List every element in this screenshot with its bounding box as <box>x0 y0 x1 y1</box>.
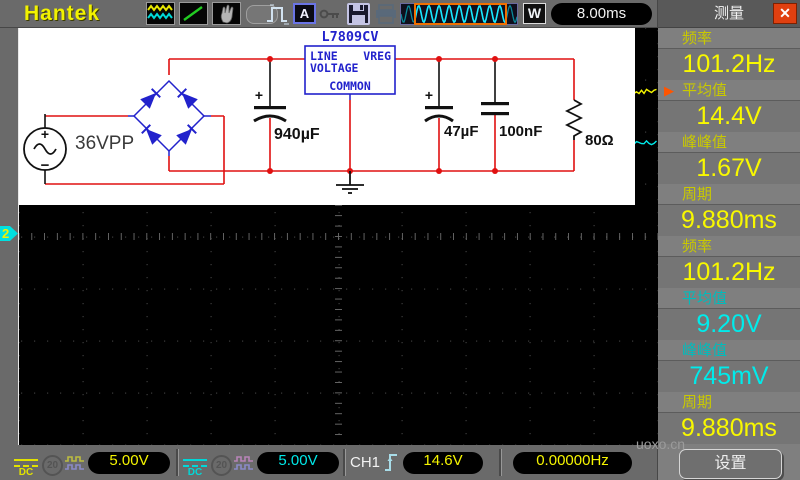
selected-measure-icon: ▶ <box>664 83 674 99</box>
ch2-scale-display[interactable]: 5.00V <box>257 452 339 474</box>
source-plus-sign: + <box>41 126 49 142</box>
close-icon[interactable]: ✕ <box>773 3 797 24</box>
measure-value: 1.67V <box>658 152 800 184</box>
measure-row-frequency-ch2[interactable]: 频率 101.2Hz <box>658 236 800 288</box>
measurement-panel: 测量 ✕ 频率 101.2Hz ▶ 平均值 14.4V 峰峰值 1.67V 周期… <box>657 0 800 480</box>
oscilloscope-screen: { "topbar": { "brand": "Hantek", "auto_l… <box>0 0 800 480</box>
measure-label: 平均值 <box>658 288 800 308</box>
trigger-pulse-icon[interactable] <box>266 3 292 25</box>
ch2-probe-icon[interactable] <box>233 456 255 472</box>
auto-trigger-icon[interactable]: A <box>293 3 316 24</box>
pin-voltage-label: VOLTAGE <box>310 61 359 75</box>
hand-icon <box>213 3 240 24</box>
print-icon[interactable] <box>374 4 398 24</box>
cap-hf-label: 100nF <box>499 123 542 140</box>
rising-edge-icon[interactable] <box>383 451 399 474</box>
trigger-source-label: CH1 <box>350 454 380 471</box>
cap-out-plus: + <box>425 87 433 103</box>
waveform-display: 非稳压输入 稳压输出 0.000s <box>18 28 658 445</box>
cap-out-label: 47µF <box>444 123 479 140</box>
key-lock-icon[interactable] <box>319 6 341 21</box>
brand-logo: Hantek <box>24 2 100 26</box>
marker-channel-number: 2 <box>2 226 9 241</box>
horizontal-wheel-icon[interactable]: W <box>523 3 546 24</box>
measure-label: 周期 <box>658 184 800 204</box>
ch2-coupling-icon[interactable]: DC <box>183 456 207 478</box>
trigger-level-display[interactable]: 14.6V <box>403 452 483 474</box>
watermark-text: uoxo.cn <box>636 436 685 452</box>
measure-label: 峰峰值 <box>658 340 800 360</box>
measure-label: 峰峰值 <box>658 132 800 152</box>
channels-display-icon[interactable] <box>146 2 175 25</box>
save-floppy-icon[interactable] <box>346 2 372 26</box>
measurement-panel-header: 测量 ✕ <box>658 0 800 28</box>
ch2-position-marker[interactable]: 2 <box>0 226 18 241</box>
waveform-preview[interactable] <box>400 3 518 25</box>
pin-common-label: COMMON <box>329 79 371 93</box>
circuit-schematic: L7809CV LINE VOLTAGE VREG COMMON + − 36V… <box>19 28 635 205</box>
measure-value: 745mV <box>658 360 800 392</box>
hand-drag-icon[interactable] <box>212 2 241 25</box>
cursor-measure-icon[interactable] <box>179 2 208 25</box>
pin-vreg-label: VREG <box>363 49 391 63</box>
ch1-scale-display[interactable]: 5.00V <box>88 452 170 474</box>
ch1-coupling-icon[interactable]: DC <box>14 456 38 478</box>
source-value-label: 36VPP <box>75 133 134 154</box>
measure-row-mean-ch1[interactable]: ▶ 平均值 14.4V <box>658 80 800 132</box>
measure-row-pkpk-ch1[interactable]: 峰峰值 1.67V <box>658 132 800 184</box>
diagonal-line-icon <box>180 3 207 24</box>
measure-row-mean-ch2[interactable]: 平均值 9.20V <box>658 288 800 340</box>
preview-selection-window[interactable] <box>414 3 507 25</box>
source-minus-sign: − <box>41 157 50 174</box>
measure-row-pkpk-ch2[interactable]: 峰峰值 745mV <box>658 340 800 392</box>
measure-value: 14.4V <box>658 100 800 132</box>
measure-row-period-ch1[interactable]: 周期 9.880ms <box>658 184 800 236</box>
measure-label: 平均值 <box>658 80 800 100</box>
measure-value: 9.880ms <box>658 204 800 236</box>
ch1-probe-icon[interactable] <box>64 456 86 472</box>
ch1-bandwidth-icon[interactable]: 20 <box>42 455 63 476</box>
separator <box>499 449 501 476</box>
measure-value: 101.2Hz <box>658 256 800 288</box>
measure-label: 周期 <box>658 392 800 412</box>
cap-main-label: 940µF <box>274 126 320 143</box>
settings-button[interactable]: 设置 <box>679 449 782 479</box>
measure-label: 频率 <box>658 236 800 256</box>
ch2-bandwidth-icon[interactable]: 20 <box>211 455 232 476</box>
ic-label: L7809CV <box>322 29 379 45</box>
separator <box>343 449 345 476</box>
ch1-coupling-label: DC <box>14 467 38 478</box>
measure-row-frequency-ch1[interactable]: 频率 101.2Hz <box>658 28 800 80</box>
measure-value: 101.2Hz <box>658 48 800 80</box>
top-toolbar: Hantek A <box>0 0 657 28</box>
measure-value: 9.20V <box>658 308 800 340</box>
load-label: 80Ω <box>585 132 614 149</box>
frequency-counter-display[interactable]: 0.00000Hz <box>513 452 632 474</box>
bottom-status-bar: DC 20 5.00V DC 20 5.00V CH1 14.6V 0.0000… <box>0 445 657 480</box>
timebase-display[interactable]: 8.00ms <box>551 3 652 25</box>
ch2-coupling-label: DC <box>183 467 207 478</box>
cap-main-plus: + <box>255 87 263 103</box>
separator <box>176 449 178 476</box>
measure-label: 频率 <box>658 28 800 48</box>
channel-waves-icon <box>147 3 174 24</box>
